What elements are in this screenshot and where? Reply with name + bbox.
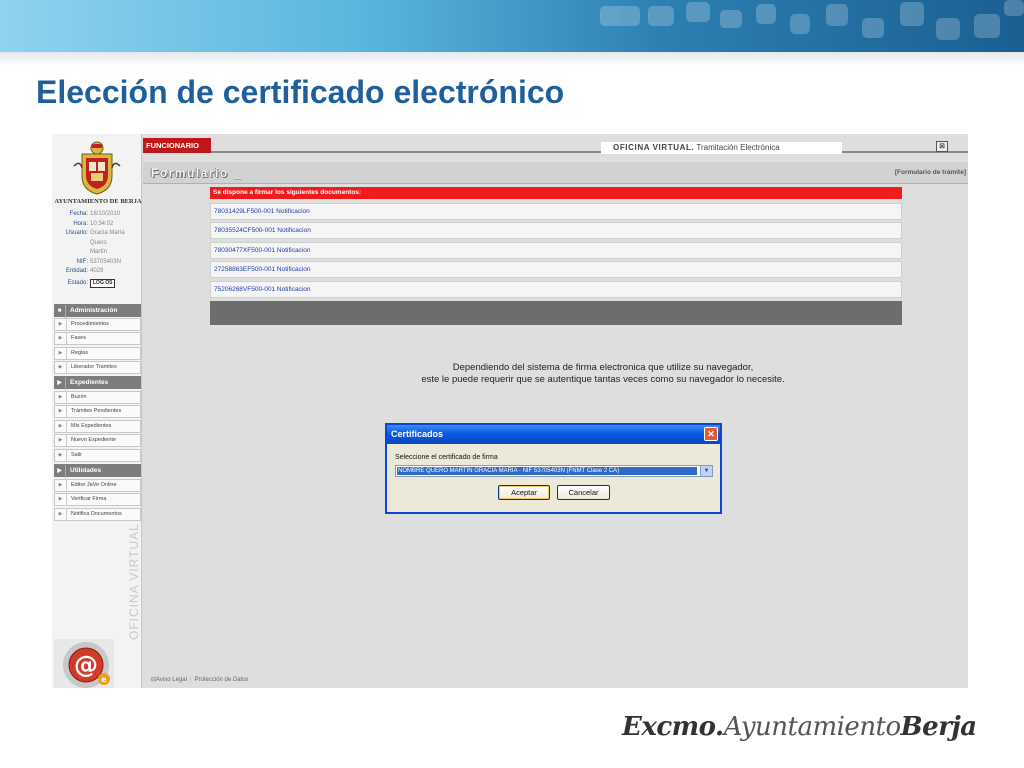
menu-item-salir[interactable]: ▶ Salir <box>54 449 141 462</box>
arrow-right-icon: ▶ <box>55 494 67 505</box>
menu-item-procedimientos[interactable]: ▶ Procedimientos <box>54 318 141 331</box>
certificate-label: Seleccione el certificado de firma <box>395 454 498 461</box>
menu-item-tramites-pendientes[interactable]: ▶ Trámites Pendientes <box>54 405 141 418</box>
menu-section-administracion[interactable]: ■ Administración <box>54 304 141 318</box>
cancel-button[interactable]: Cancelar <box>557 485 610 500</box>
document-link[interactable]: 78030477XF500-001 Notificacion <box>210 242 902 259</box>
square-icon: ■ <box>54 305 66 318</box>
form-type-link[interactable]: [Formulario de trámite] <box>895 169 966 176</box>
info-row: Usuario: Gracia María <box>65 230 125 236</box>
at-sign-logo-icon: @ e <box>54 639 114 688</box>
info-row: Quero <box>90 239 107 246</box>
arrow-right-icon: ▶ <box>54 465 66 478</box>
info-row: Fecha: 18/10/2010 <box>69 211 121 217</box>
document-link[interactable]: 27258863EF500-001 Notificacion <box>210 261 902 278</box>
arrow-right-icon: ▶ <box>55 421 67 432</box>
top-bar <box>143 138 968 153</box>
dialog-title[interactable]: Certificados <box>387 425 720 444</box>
certificates-dialog: Certificados ✕ Seleccione el certificado… <box>385 423 722 514</box>
banner-shadow <box>0 52 1024 66</box>
arrow-right-icon: ▶ <box>55 333 67 344</box>
arrow-right-icon: ▶ <box>55 319 67 330</box>
menu-item-reglas[interactable]: ▶ Reglas <box>54 347 141 360</box>
info-row: Hora: 10:34:02 <box>73 220 114 227</box>
accept-button[interactable]: Aceptar <box>498 485 550 500</box>
arrow-right-icon: ▶ <box>55 509 67 520</box>
certificate-select[interactable]: NOMBRE QUERO MARTIN GRACIA MARIA - NIF 5… <box>395 465 713 477</box>
document-link[interactable]: 78031429LF500-001 Notificacion <box>210 203 902 220</box>
status-row: Estado: LOG OS <box>52 278 142 289</box>
app-screenshot: AYUNTAMIENTO DE BERJA Fecha: 18/10/2010 H… <box>52 134 968 688</box>
arrow-right-icon: ▶ <box>55 450 67 461</box>
main-panel: FUNCIONARIO OFICINA VIRTUAL. Tramitación… <box>143 134 968 688</box>
info-row: Martín <box>90 249 108 255</box>
info-row: Entidad: 4029 <box>65 268 104 274</box>
arrow-right-icon: ▶ <box>55 362 67 373</box>
menu-item-notifica-documentos[interactable]: ▶ Notifica Documentos <box>54 508 141 521</box>
brand-footer: Excmo.AyuntamientoBerja <box>622 712 977 742</box>
footer-links: ⊟Aviso Legal | Protección de Datos <box>151 677 249 683</box>
menu-item-mis-expedientes[interactable]: ▶ Mis Expedientes <box>54 420 141 433</box>
document-link[interactable]: 75206268VF500-001 Notificacion <box>210 281 902 298</box>
form-heading-bar <box>143 162 968 184</box>
menu-item-buzon[interactable]: ▶ Buzón <box>54 391 141 404</box>
sidebar: AYUNTAMIENTO DE BERJA Fecha: 18/10/2010 H… <box>52 134 142 688</box>
info-row: NIF: 53705403N <box>76 258 122 265</box>
top-banner <box>0 0 1024 52</box>
coat-of-arms-icon <box>73 141 121 195</box>
menu-item-verificar-firma[interactable]: ▶ Verificar Firma <box>54 493 141 506</box>
arrow-right-icon: ▶ <box>55 348 67 359</box>
menu-item-liberador-tramites[interactable]: ▶ Liberador Tramites <box>54 361 141 374</box>
document-link[interactable]: 78035524CF500-001 Notificacion <box>210 222 902 239</box>
office-title: OFICINA VIRTUAL. Tramitación Electrónica <box>601 142 842 154</box>
svg-text:e: e <box>101 675 107 684</box>
town-name: AYUNTAMIENTO DE BERJA <box>54 198 142 205</box>
chevron-down-icon[interactable]: ▼ <box>700 466 712 476</box>
slide: Elección de certificado electrónico AYUN… <box>0 0 1024 768</box>
arrow-right-icon: ▶ <box>55 435 67 446</box>
arrow-right-icon: ▶ <box>55 480 67 491</box>
privacy-link[interactable]: Protección de Datos <box>195 677 249 683</box>
arrow-right-icon: ▶ <box>55 406 67 417</box>
arrow-right-icon: ▶ <box>55 392 67 403</box>
menu-item-editor-jave[interactable]: ▶ Editor JaVe Online <box>54 479 141 492</box>
svg-text:@: @ <box>74 651 98 679</box>
menu-section-expedientes[interactable]: ▶ Expedientes <box>54 376 141 390</box>
logout-button[interactable]: LOG OS <box>90 278 116 288</box>
slide-title: Elección de certificado electrónico <box>36 74 565 110</box>
form-heading: Formulario _ <box>151 166 242 180</box>
documents-header: Se dispone a firmar los siguientes docum… <box>210 187 902 199</box>
arrow-right-icon: ▶ <box>54 377 66 390</box>
menu-item-fases[interactable]: ▶ Fases <box>54 332 141 345</box>
close-icon[interactable]: ⊠ <box>936 141 948 152</box>
legal-link[interactable]: Aviso Legal <box>156 677 187 683</box>
session-info: Fecha: 18/10/2010 Hora: 10:34:02 Usuario: G… <box>52 210 142 288</box>
signature-notice: Dependiendo del sistema de firma electro… <box>421 362 785 385</box>
documents-footer <box>210 301 902 325</box>
menu-section-utilidades[interactable]: ▶ Utilidades <box>54 464 141 478</box>
vertical-brand: OFICINA VIRTUAL <box>127 523 141 640</box>
certificate-selected-value: NOMBRE QUERO MARTIN GRACIA MARIA - NIF 5… <box>397 467 697 475</box>
close-icon[interactable]: ✕ <box>704 427 718 441</box>
role-tab[interactable]: FUNCIONARIO <box>143 138 211 153</box>
menu-item-nuevo-expediente[interactable]: ▶ Nuevo Expediente <box>54 434 141 447</box>
